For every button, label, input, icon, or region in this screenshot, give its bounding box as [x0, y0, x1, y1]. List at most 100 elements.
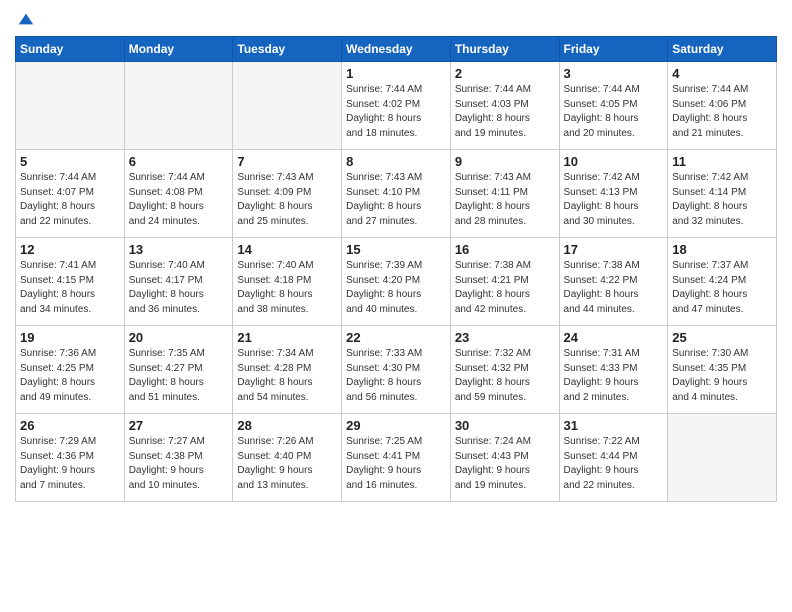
calendar-cell: 8 Sunrise: 7:43 AM Sunset: 4:10 PM Daylig…: [342, 150, 451, 238]
day-info: Sunrise: 7:34 AM Sunset: 4:28 PM Dayligh…: [237, 347, 337, 405]
day-info: Sunrise: 7:43 AM Sunset: 4:10 PM Dayligh…: [346, 171, 446, 229]
calendar-cell: 16 Sunrise: 7:38 AM Sunset: 4:21 PM Dayli…: [450, 238, 559, 326]
calendar-cell: 21Sunrise: 7:34 AM Sunset: 4:28 PM Dayli…: [233, 326, 342, 414]
day-number: 11: [672, 154, 772, 169]
day-info: Sunrise: 7:32 AM Sunset: 4:32 PM Dayligh…: [455, 347, 555, 405]
day-number: 16: [455, 242, 555, 257]
day-number: 25: [672, 330, 772, 345]
day-info: Sunrise: 7:44 AM Sunset: 4:03 PM Dayligh…: [455, 83, 555, 141]
calendar-cell: [233, 62, 342, 150]
calendar-cell: 29 Sunrise: 7:25 AM Sunset: 4:41 PM Dayli…: [342, 414, 451, 502]
weekday-header-saturday: Saturday: [668, 37, 777, 62]
day-info: Sunrise: 7:43 AM Sunset: 4:11 PM Dayligh…: [455, 171, 555, 229]
calendar-cell: 3 Sunrise: 7:44 AM Sunset: 4:05 PM Daylig…: [559, 62, 668, 150]
day-number: 22: [346, 330, 446, 345]
day-number: 15: [346, 242, 446, 257]
calendar-week-3: 19Sunrise: 7:36 AM Sunset: 4:25 PM Dayli…: [16, 326, 777, 414]
day-number: 6: [129, 154, 229, 169]
day-info: Sunrise: 7:42 AM Sunset: 4:13 PM Dayligh…: [564, 171, 664, 229]
day-number: 17: [564, 242, 664, 257]
day-number: 13: [129, 242, 229, 257]
day-number: 5: [20, 154, 120, 169]
weekday-header-sunday: Sunday: [16, 37, 125, 62]
day-number: 14: [237, 242, 337, 257]
day-number: 9: [455, 154, 555, 169]
day-number: 12: [20, 242, 120, 257]
day-number: 29: [346, 418, 446, 433]
day-number: 26: [20, 418, 120, 433]
calendar-table: SundayMondayTuesdayWednesdayThursdayFrid…: [15, 36, 777, 502]
calendar-week-0: 1 Sunrise: 7:44 AM Sunset: 4:02 PM Daylig…: [16, 62, 777, 150]
day-info: Sunrise: 7:40 AM Sunset: 4:17 PM Dayligh…: [129, 259, 229, 317]
day-info: Sunrise: 7:26 AM Sunset: 4:40 PM Dayligh…: [237, 435, 337, 493]
calendar-cell: 11Sunrise: 7:42 AM Sunset: 4:14 PM Dayli…: [668, 150, 777, 238]
calendar-cell: 6 Sunrise: 7:44 AM Sunset: 4:08 PM Daylig…: [124, 150, 233, 238]
calendar-week-2: 12 Sunrise: 7:41 AM Sunset: 4:15 PM Dayli…: [16, 238, 777, 326]
calendar-cell: 9 Sunrise: 7:43 AM Sunset: 4:11 PM Daylig…: [450, 150, 559, 238]
day-info: Sunrise: 7:43 AM Sunset: 4:09 PM Dayligh…: [237, 171, 337, 229]
calendar-cell: [668, 414, 777, 502]
day-info: Sunrise: 7:39 AM Sunset: 4:20 PM Dayligh…: [346, 259, 446, 317]
calendar-cell: 20 Sunrise: 7:35 AM Sunset: 4:27 PM Dayli…: [124, 326, 233, 414]
day-info: Sunrise: 7:29 AM Sunset: 4:36 PM Dayligh…: [20, 435, 120, 493]
day-number: 1: [346, 66, 446, 81]
day-number: 8: [346, 154, 446, 169]
day-number: 10: [564, 154, 664, 169]
day-info: Sunrise: 7:44 AM Sunset: 4:07 PM Dayligh…: [20, 171, 120, 229]
day-info: Sunrise: 7:24 AM Sunset: 4:43 PM Dayligh…: [455, 435, 555, 493]
day-number: 7: [237, 154, 337, 169]
weekday-header-wednesday: Wednesday: [342, 37, 451, 62]
calendar-cell: 12 Sunrise: 7:41 AM Sunset: 4:15 PM Dayli…: [16, 238, 125, 326]
calendar-cell: 25 Sunrise: 7:30 AM Sunset: 4:35 PM Dayli…: [668, 326, 777, 414]
calendar-header: SundayMondayTuesdayWednesdayThursdayFrid…: [16, 37, 777, 62]
day-number: 27: [129, 418, 229, 433]
day-info: Sunrise: 7:30 AM Sunset: 4:35 PM Dayligh…: [672, 347, 772, 405]
calendar-cell: 19Sunrise: 7:36 AM Sunset: 4:25 PM Dayli…: [16, 326, 125, 414]
weekday-header-thursday: Thursday: [450, 37, 559, 62]
calendar-cell: 17Sunrise: 7:38 AM Sunset: 4:22 PM Dayli…: [559, 238, 668, 326]
logo-icon: [17, 10, 35, 28]
day-info: Sunrise: 7:44 AM Sunset: 4:02 PM Dayligh…: [346, 83, 446, 141]
day-info: Sunrise: 7:44 AM Sunset: 4:06 PM Dayligh…: [672, 83, 772, 141]
day-number: 20: [129, 330, 229, 345]
page-container: SundayMondayTuesdayWednesdayThursdayFrid…: [0, 0, 792, 512]
day-info: Sunrise: 7:25 AM Sunset: 4:41 PM Dayligh…: [346, 435, 446, 493]
day-info: Sunrise: 7:33 AM Sunset: 4:30 PM Dayligh…: [346, 347, 446, 405]
day-number: 2: [455, 66, 555, 81]
day-number: 24: [564, 330, 664, 345]
day-info: Sunrise: 7:27 AM Sunset: 4:38 PM Dayligh…: [129, 435, 229, 493]
calendar-week-4: 26 Sunrise: 7:29 AM Sunset: 4:36 PM Dayli…: [16, 414, 777, 502]
calendar-cell: 4 Sunrise: 7:44 AM Sunset: 4:06 PM Daylig…: [668, 62, 777, 150]
calendar-cell: 30 Sunrise: 7:24 AM Sunset: 4:43 PM Dayli…: [450, 414, 559, 502]
day-info: Sunrise: 7:41 AM Sunset: 4:15 PM Dayligh…: [20, 259, 120, 317]
day-number: 3: [564, 66, 664, 81]
day-info: Sunrise: 7:38 AM Sunset: 4:21 PM Dayligh…: [455, 259, 555, 317]
calendar-cell: 2 Sunrise: 7:44 AM Sunset: 4:03 PM Daylig…: [450, 62, 559, 150]
calendar-cell: 27 Sunrise: 7:27 AM Sunset: 4:38 PM Dayli…: [124, 414, 233, 502]
calendar-cell: 18Sunrise: 7:37 AM Sunset: 4:24 PM Dayli…: [668, 238, 777, 326]
calendar-cell: 5 Sunrise: 7:44 AM Sunset: 4:07 PM Daylig…: [16, 150, 125, 238]
day-info: Sunrise: 7:44 AM Sunset: 4:05 PM Dayligh…: [564, 83, 664, 141]
weekday-header-monday: Monday: [124, 37, 233, 62]
calendar-cell: 22 Sunrise: 7:33 AM Sunset: 4:30 PM Dayli…: [342, 326, 451, 414]
weekday-header-row: SundayMondayTuesdayWednesdayThursdayFrid…: [16, 37, 777, 62]
day-info: Sunrise: 7:35 AM Sunset: 4:27 PM Dayligh…: [129, 347, 229, 405]
header: [15, 10, 777, 28]
calendar-cell: [124, 62, 233, 150]
day-info: Sunrise: 7:31 AM Sunset: 4:33 PM Dayligh…: [564, 347, 664, 405]
day-number: 23: [455, 330, 555, 345]
calendar-cell: 1 Sunrise: 7:44 AM Sunset: 4:02 PM Daylig…: [342, 62, 451, 150]
calendar-cell: [16, 62, 125, 150]
day-number: 28: [237, 418, 337, 433]
logo: [15, 10, 35, 28]
calendar-cell: 28 Sunrise: 7:26 AM Sunset: 4:40 PM Dayli…: [233, 414, 342, 502]
calendar-cell: 10 Sunrise: 7:42 AM Sunset: 4:13 PM Dayli…: [559, 150, 668, 238]
day-number: 4: [672, 66, 772, 81]
calendar-cell: 26 Sunrise: 7:29 AM Sunset: 4:36 PM Dayli…: [16, 414, 125, 502]
calendar-body: 1 Sunrise: 7:44 AM Sunset: 4:02 PM Daylig…: [16, 62, 777, 502]
calendar-week-1: 5 Sunrise: 7:44 AM Sunset: 4:07 PM Daylig…: [16, 150, 777, 238]
calendar-cell: 7 Sunrise: 7:43 AM Sunset: 4:09 PM Daylig…: [233, 150, 342, 238]
day-number: 30: [455, 418, 555, 433]
day-number: 18: [672, 242, 772, 257]
day-info: Sunrise: 7:44 AM Sunset: 4:08 PM Dayligh…: [129, 171, 229, 229]
